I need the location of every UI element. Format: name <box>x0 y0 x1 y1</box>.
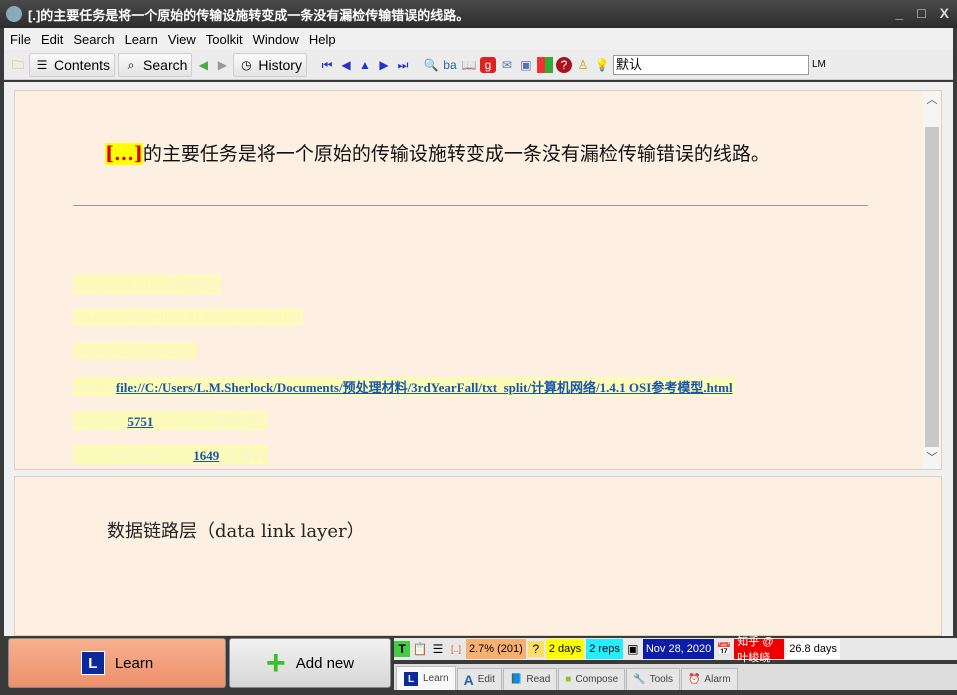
menu-bar: File Edit Search Learn View Toolkit Wind… <box>4 28 953 50</box>
close-button[interactable]: X <box>940 5 949 21</box>
concept-link[interactable]: 1649 <box>193 448 219 463</box>
magnifier-icon[interactable]: 🔍 <box>423 57 439 73</box>
next-icon[interactable]: ▶ <box>376 57 392 73</box>
priority-status: 2.7% (201) <box>466 639 526 659</box>
bottom-bar: L Learn + Add new T 📋 ☰ [..] 2.7% (201) ? … <box>0 636 957 695</box>
contents-button[interactable]: ☰ Contents <box>29 52 116 77</box>
maximize-button[interactable]: □ <box>917 5 925 21</box>
scrollbar[interactable]: ︿ ﹀ <box>923 91 941 469</box>
add-new-button[interactable]: + Add new <box>229 638 391 688</box>
edit-icon: A <box>463 671 474 688</box>
open-folder-icon[interactable]: 🗀 <box>10 57 26 73</box>
book-icon[interactable]: 📖 <box>461 57 477 73</box>
ref-link-row: #Link: file://C:/Users/L.M.Sherlock/Docu… <box>73 377 735 396</box>
app-icon <box>6 6 22 22</box>
answer-text: 数据链路层（data link layer） <box>107 521 365 542</box>
ref-concept-row: #Concept group: (...) 1649: 计算机 <box>73 445 268 464</box>
menu-edit[interactable]: Edit <box>41 32 63 47</box>
scroll-up-icon[interactable]: ︿ <box>923 91 941 107</box>
clock-icon: ◷ <box>241 57 252 72</box>
element-window: [...]的主要任务是将一个原始的传输设施转变成一条没有漏检传输错误的线路。 #… <box>4 82 953 636</box>
topic-icon[interactable]: T <box>394 641 410 657</box>
dictionary-icon[interactable]: ba <box>442 57 458 73</box>
mail-icon[interactable]: ✉ <box>499 57 515 73</box>
wrench-icon: 🔧 <box>633 674 646 685</box>
ref-source: #Source: Web Import <box>73 343 198 359</box>
plus-icon: + <box>265 644 286 682</box>
history-button[interactable]: ◷ History <box>233 52 307 77</box>
previous-icon[interactable]: ◀ <box>338 57 354 73</box>
ref-article-row: #Article: 5751: 1.4.1 OSI参考模型 <box>73 411 267 430</box>
learn-icon: L <box>80 651 105 675</box>
days-status: 26.8 days <box>786 639 840 659</box>
tab-edit[interactable]: A Edit <box>456 668 502 690</box>
window-status-icon[interactable]: ▣ <box>625 641 641 657</box>
watermark: 知乎 @叶峻峣 <box>734 636 785 664</box>
learn-tab-icon: L <box>403 670 419 687</box>
help-icon[interactable]: ? <box>555 56 572 73</box>
menu-file[interactable]: File <box>10 32 31 47</box>
contents-icon: ☰ <box>36 57 48 72</box>
minimize-button[interactable]: _ <box>895 5 903 21</box>
search-button[interactable]: ⌕ Search <box>118 52 193 77</box>
google-icon[interactable]: g <box>479 56 496 73</box>
menu-learn[interactable]: Learn <box>125 32 158 47</box>
tab-learn[interactable]: L Learn <box>396 666 456 690</box>
learn-button[interactable]: L Learn <box>8 638 226 688</box>
tab-tools[interactable]: 🔧 Tools <box>626 668 680 690</box>
bulb-status-icon[interactable]: ? <box>527 641 544 657</box>
colors-icon[interactable] <box>536 56 553 73</box>
cloze-icon[interactable]: [..] <box>448 641 464 657</box>
forward-arrow-icon[interactable]: ▶ <box>214 57 230 73</box>
lightbulb-icon[interactable]: 💡 <box>594 57 610 73</box>
menu-toolkit[interactable]: Toolkit <box>206 32 243 47</box>
question-panel[interactable]: [...]的主要任务是将一个原始的传输设施转变成一条没有漏检传输错误的线路。 #… <box>14 90 942 470</box>
ref-date: #Date: Imported on 11/17/2020, 12:01:00 <box>73 309 303 325</box>
binoculars-icon: ⌕ <box>127 57 135 72</box>
tab-compose[interactable]: ■ Compose <box>558 668 626 690</box>
ref-link[interactable]: file://C:/Users/L.M.Sherlock/Documents/预… <box>116 380 733 395</box>
article-link[interactable]: 5751 <box>127 414 153 429</box>
divider <box>73 205 868 206</box>
cloze-marker: [...] <box>105 143 143 165</box>
tab-read[interactable]: 📘 Read <box>502 668 558 690</box>
read-icon: 📘 <box>509 674 523 685</box>
menu-search[interactable]: Search <box>73 32 114 47</box>
clipboard-icon[interactable]: 📋 <box>412 641 428 657</box>
category-input[interactable]: 默认 <box>612 54 809 75</box>
tab-alarm[interactable]: ⏰ Alarm <box>680 668 738 690</box>
parent-icon[interactable]: ▲ <box>357 57 373 73</box>
back-arrow-icon[interactable]: ◀ <box>195 57 211 73</box>
scroll-down-icon[interactable]: ﹀ <box>923 449 941 465</box>
calendar-icon[interactable]: 📅 <box>716 641 732 657</box>
last-icon[interactable]: ⏭ <box>395 57 411 73</box>
scroll-thumb[interactable] <box>925 127 939 447</box>
ref-title: #Title: 1.4.1 OSI参考模型 <box>73 275 221 294</box>
user-icon[interactable]: ♙ <box>575 57 591 73</box>
title-bar: [.]的主要任务是将一个原始的传输设施转变成一条没有漏检传输错误的线路。 _ □… <box>0 0 957 28</box>
question-text: [...]的主要任务是将一个原始的传输设施转变成一条没有漏检传输错误的线路。 <box>105 143 770 165</box>
window-title: [.]的主要任务是将一个原始的传输设施转变成一条没有漏检传输错误的线路。 <box>28 7 470 23</box>
interval-status: 2 days <box>545 639 585 659</box>
window-icon[interactable]: ▣ <box>518 57 534 73</box>
menu-window[interactable]: Window <box>253 32 299 47</box>
alarm-clock-icon: ⏰ <box>687 674 701 685</box>
toolbar: 🗀 ☰ Contents ⌕ Search ◀ ▶ ◷ History ⏮ ◀ ▲ ▶… <box>4 50 953 80</box>
answer-panel[interactable]: 数据链路层（data link layer） <box>14 476 942 636</box>
reps-status: 2 reps <box>586 639 623 659</box>
menu-view[interactable]: View <box>168 32 196 47</box>
status-bar: T 📋 ☰ [..] 2.7% (201) ? 2 days 2 reps ▣ … <box>394 636 957 664</box>
menu-help[interactable]: Help <box>309 32 336 47</box>
first-icon[interactable]: ⏮ <box>319 57 335 73</box>
tab-bar: L Learn A Edit 📘 Read ■ Compose 🔧 Tools ⏰ Alar… <box>394 664 957 690</box>
list-icon[interactable]: ☰ <box>430 641 446 657</box>
compose-icon: ■ <box>565 674 572 685</box>
lm-label: LM <box>811 59 826 70</box>
date-status: Nov 28, 2020 <box>642 639 715 659</box>
